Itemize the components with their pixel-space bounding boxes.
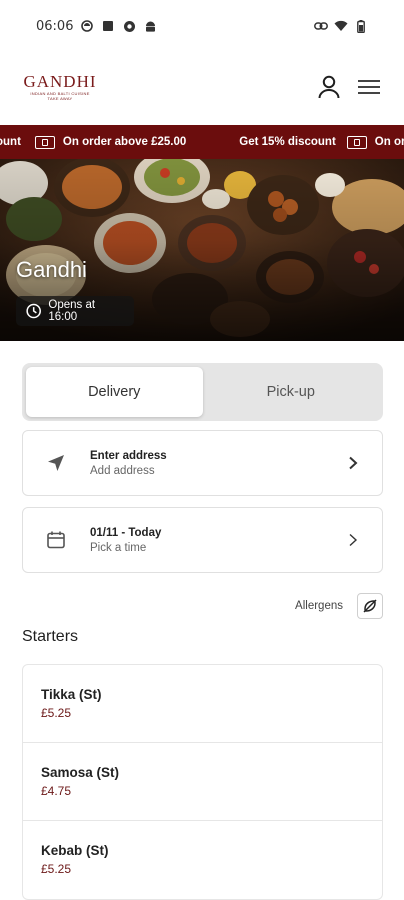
pickup-tab[interactable]: Pick-up <box>203 367 380 417</box>
status-time: 06:06 <box>36 18 74 34</box>
menu-list: Tikka (St) £5.25 Samosa (St) £4.75 Kebab… <box>22 664 383 900</box>
account-icon <box>318 75 340 99</box>
menu-item[interactable]: Tikka (St) £5.25 <box>23 665 382 743</box>
time-subtitle: Pick a time <box>90 541 147 554</box>
settings-icon <box>122 19 136 33</box>
menu-item-price: £5.25 <box>41 706 72 720</box>
clock-icon <box>26 303 41 319</box>
wifi-icon <box>334 19 348 33</box>
square-icon <box>101 19 115 33</box>
opening-time-badge: Opens at 16:00 <box>16 296 134 326</box>
promo-text: ount <box>0 136 21 148</box>
status-bar: 06:06 <box>0 0 404 52</box>
address-subtitle: Add address <box>90 464 155 477</box>
promo-item: On order a <box>346 135 404 149</box>
link-icon <box>314 19 328 33</box>
media-icon <box>80 19 94 33</box>
menu-item[interactable]: Kebab (St) £5.25 <box>23 821 382 899</box>
allergens-button[interactable] <box>357 593 383 619</box>
status-left: 06:06 <box>36 19 157 34</box>
battery-icon <box>354 19 368 33</box>
promo-text: On order a <box>374 136 404 148</box>
chevron-right-icon <box>346 533 360 547</box>
menu-item-name: Samosa (St) <box>41 765 120 780</box>
date-title: 01/11 - Today <box>90 526 162 539</box>
promo-item: Get 15% discount <box>239 136 336 148</box>
account-button[interactable] <box>316 74 342 100</box>
ticket-icon <box>346 135 367 149</box>
ticket-icon <box>34 135 55 149</box>
navigation-arrow-icon <box>45 452 67 474</box>
restaurant-logo[interactable]: GANDHI INDIAN AND BALTI CUISINE TAKE AWA… <box>22 72 98 102</box>
order-mode-toggle: Delivery Pick-up <box>22 363 383 421</box>
promo-item: ount <box>0 136 21 148</box>
menu-item[interactable]: Samosa (St) £4.75 <box>23 743 382 821</box>
logo-subtitle-2: TAKE AWAY <box>47 96 73 101</box>
menu-item-price: £4.75 <box>41 784 72 798</box>
promo-text: Get 15% discount <box>239 136 336 148</box>
allergens-icon <box>363 599 377 613</box>
promo-item: On order above £25.00 <box>34 135 187 149</box>
address-card[interactable]: Enter address Add address <box>22 430 383 496</box>
allergens-row: Allergens <box>295 593 383 619</box>
header-actions <box>316 74 382 100</box>
promo-text: On order above £25.00 <box>62 136 187 148</box>
hamburger-menu-icon <box>358 80 380 94</box>
logo-title: GANDHI <box>23 72 97 91</box>
menu-item-name: Tikka (St) <box>41 687 102 702</box>
time-card-text: 01/11 - Today Pick a time <box>90 527 161 554</box>
time-card[interactable]: 01/11 - Today Pick a time <box>22 507 383 573</box>
restaurant-hero: Gandhi Opens at 16:00 <box>0 159 404 341</box>
section-title-starters: Starters <box>22 628 79 645</box>
delivery-tab[interactable]: Delivery <box>26 367 203 417</box>
android-icon <box>143 19 157 33</box>
promo-banner: ount On order above £25.00 Get 15% disco… <box>0 125 404 159</box>
restaurant-name: Gandhi <box>16 257 87 282</box>
address-title: Enter address <box>90 449 167 462</box>
calendar-icon <box>45 529 67 551</box>
app-header: GANDHI INDIAN AND BALTI CUISINE TAKE AWA… <box>0 56 404 118</box>
address-card-text: Enter address Add address <box>90 450 167 477</box>
menu-item-name: Kebab (St) <box>41 843 109 858</box>
allergens-label: Allergens <box>295 600 343 612</box>
opening-time-text: Opens at 16:00 <box>48 299 96 323</box>
status-right <box>314 19 368 33</box>
chevron-right-icon <box>346 456 360 470</box>
menu-item-price: £5.25 <box>41 862 72 876</box>
main-menu-button[interactable] <box>356 74 382 100</box>
